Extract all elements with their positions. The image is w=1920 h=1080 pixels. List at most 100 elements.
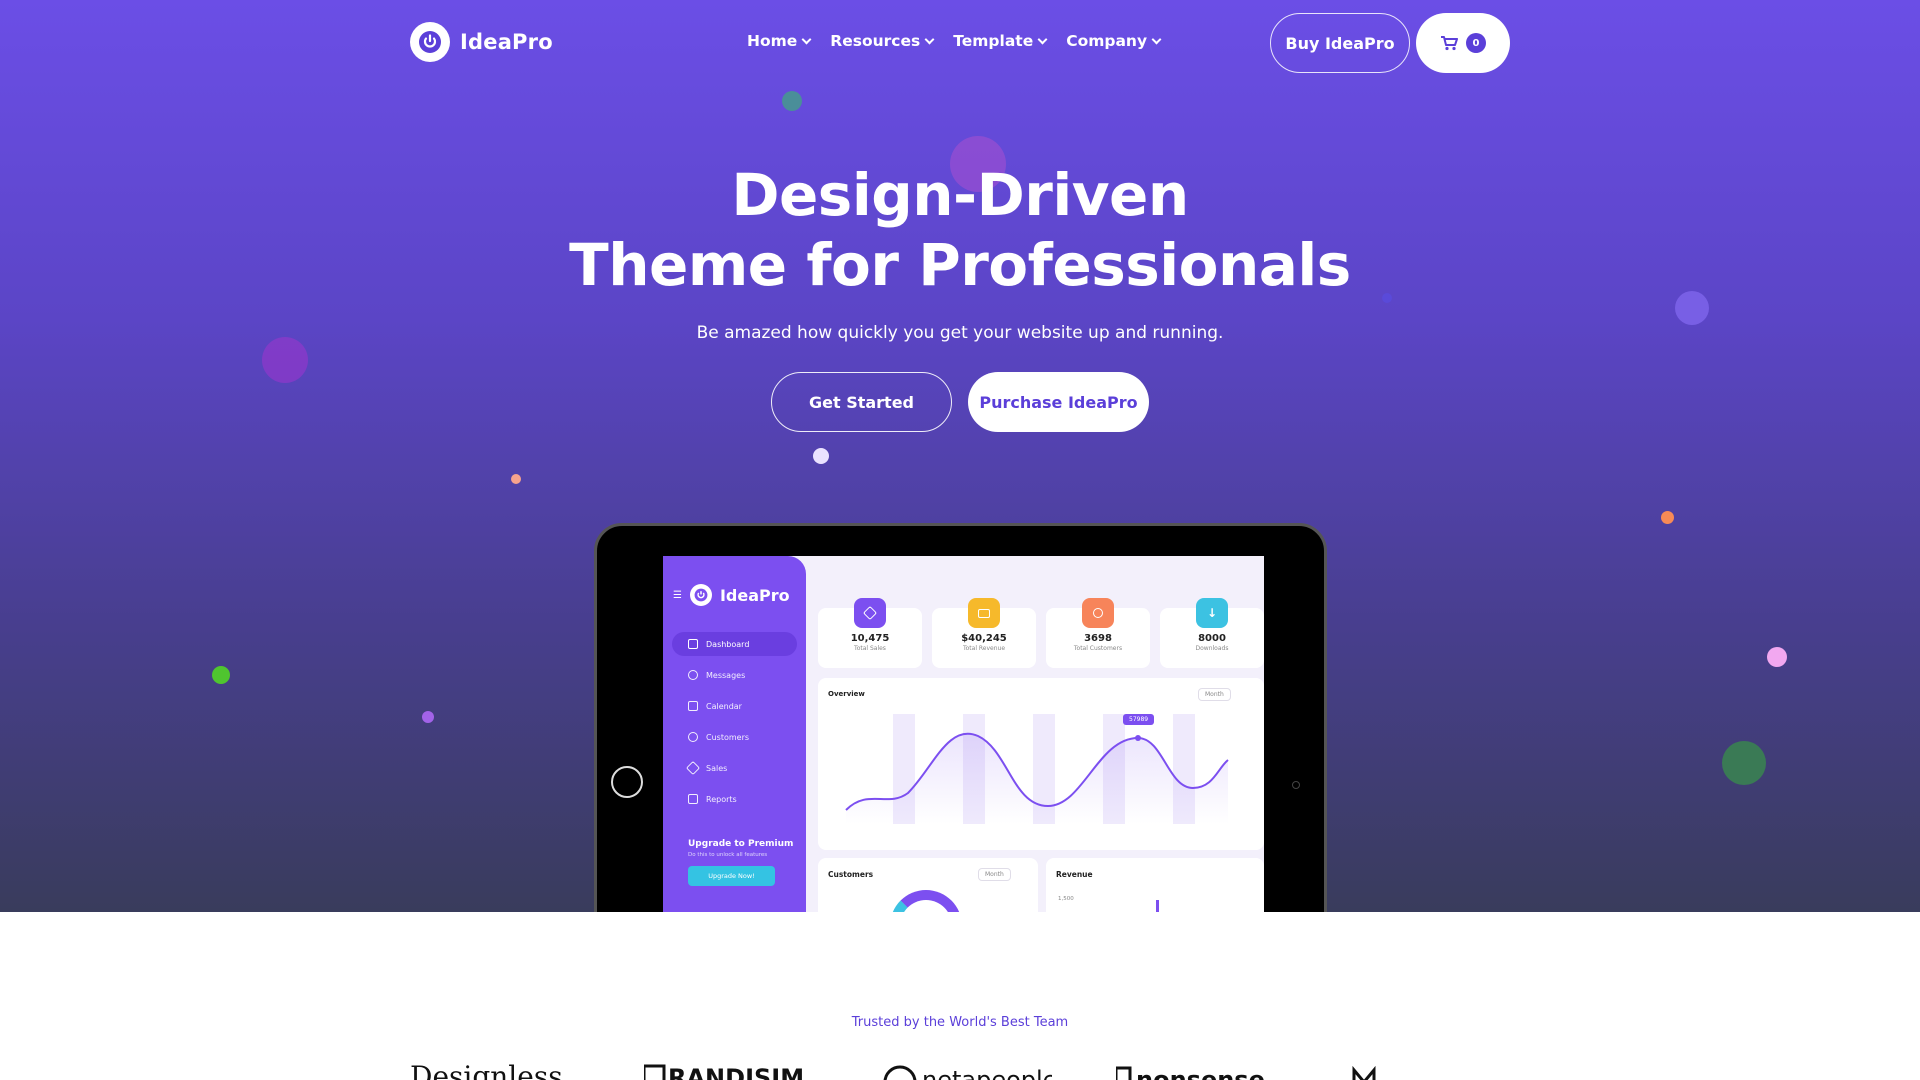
decor-dot — [1767, 647, 1787, 667]
hero-section: IdeaPro Home Resources Template Company … — [0, 0, 1920, 912]
purchase-button[interactable]: Purchase IdeaPro — [968, 372, 1149, 432]
dashboard-sidebar: ☰ IdeaPro Dashboard Messages Calendar Cu… — [663, 556, 806, 912]
revenue-tick: 1,500 — [1058, 896, 1074, 902]
decor-dot — [813, 448, 829, 464]
brand-logo-m — [1350, 1060, 1390, 1080]
sidebar-label: Customers — [706, 732, 750, 742]
sidebar-label: Dashboard — [706, 639, 750, 649]
main-nav: Home Resources Template Company — [747, 32, 1162, 50]
sidebar-item-dashboard: Dashboard — [672, 632, 797, 656]
revenue-panel: Revenue 1,500 — [1046, 858, 1264, 912]
cart-button[interactable]: 0 — [1416, 13, 1510, 73]
sidebar-label: Sales — [706, 763, 728, 773]
brand-logo-netapeople: netapeople — [882, 1060, 1057, 1080]
bar-chart-icon — [688, 794, 698, 804]
customers-range-select: Month — [978, 868, 1011, 881]
hero-headline: Design-Driven Theme for Professionals — [0, 160, 1920, 300]
overview-tooltip: 57989 — [1123, 714, 1155, 725]
hero-subline: Be amazed how quickly you get your websi… — [696, 323, 1224, 343]
svg-text:netapeople: netapeople — [922, 1066, 1052, 1080]
dashboard-menu: Dashboard Messages Calendar Customers Sa… — [672, 632, 797, 818]
logo-power-icon — [410, 22, 450, 62]
decor-dot — [262, 337, 308, 383]
revenue-bar — [1156, 900, 1159, 912]
decor-dot — [422, 711, 434, 723]
grid-icon — [688, 639, 698, 649]
calendar-icon — [688, 701, 698, 711]
sidebar-item-customers: Customers — [672, 725, 797, 749]
chevron-down-icon — [1037, 34, 1048, 44]
stat-value: 3698 — [1084, 633, 1112, 644]
stat-label: Total Revenue — [962, 645, 1006, 652]
customers-donut-chart — [890, 890, 962, 912]
dashboard-screenshot: ☰ IdeaPro Dashboard Messages Calendar Cu… — [663, 556, 1264, 912]
overview-line-chart — [845, 714, 1229, 824]
stat-label: Total Customers — [1073, 645, 1123, 652]
message-icon — [688, 670, 698, 680]
brand-logo-designless: Designless — [410, 1060, 570, 1080]
tablet-camera — [1292, 781, 1300, 789]
cart-icon — [1441, 36, 1458, 51]
upgrade-card: Upgrade to Premium Do this to unlock all… — [688, 839, 793, 886]
stat-card-sales: 10,475 Total Sales — [818, 598, 922, 668]
nav-item-template[interactable]: Template — [953, 32, 1048, 50]
decor-dot — [212, 666, 230, 684]
nav-item-resources[interactable]: Resources — [830, 32, 935, 50]
nav-item-home[interactable]: Home — [747, 32, 812, 50]
headline-line-1: Design-Driven — [731, 161, 1189, 229]
customers-title: Customers — [828, 870, 874, 879]
upgrade-title: Upgrade to Premium — [688, 839, 794, 849]
nav-label: Template — [953, 32, 1034, 50]
nav-label: Company — [1066, 32, 1148, 50]
dashboard-logo-text: IdeaPro — [719, 585, 790, 605]
nav-item-company[interactable]: Company — [1066, 32, 1162, 50]
upgrade-subtitle: Do this to unlock all features — [688, 852, 768, 858]
chevron-down-icon — [924, 34, 935, 44]
revenue-title: Revenue — [1056, 870, 1093, 879]
decor-dot — [1722, 741, 1766, 785]
sidebar-label: Messages — [706, 670, 746, 680]
upgrade-button: Upgrade Now! — [688, 866, 775, 886]
download-icon: ↓ — [1196, 598, 1228, 628]
decor-dot — [782, 91, 802, 111]
cart-count-badge: 0 — [1466, 33, 1486, 53]
nav-label: Resources — [830, 32, 921, 50]
overview-panel: Overview Month 57989 — [818, 678, 1264, 850]
stat-card-revenue: $40,245 Total Revenue — [932, 598, 1036, 668]
tag-icon — [685, 760, 701, 776]
wallet-icon — [968, 598, 1000, 628]
tablet-home-button — [611, 766, 643, 798]
nav-label: Home — [747, 32, 798, 50]
sidebar-label: Calendar — [706, 701, 742, 711]
users-icon — [1082, 598, 1114, 628]
buy-button[interactable]: Buy IdeaPro — [1270, 13, 1410, 73]
stat-value: 10,475 — [850, 633, 890, 644]
brand-logos-row: Designless RANDISIMA netapeople nonsense — [410, 1060, 1510, 1080]
hamburger-icon: ☰ — [673, 589, 682, 601]
stat-card-customers: 3698 Total Customers — [1046, 598, 1150, 668]
trusted-label: Trusted by the World's Best Team — [851, 1015, 1069, 1030]
sidebar-label: Reports — [706, 794, 737, 804]
decor-dot — [1661, 511, 1674, 524]
users-icon — [688, 732, 698, 742]
chevron-down-icon — [801, 34, 812, 44]
logo-power-icon — [689, 584, 712, 606]
get-started-button[interactable]: Get Started — [771, 372, 952, 432]
decor-dot — [511, 474, 521, 484]
stat-value: $40,245 — [961, 633, 1007, 644]
svg-text:RANDISIMA: RANDISIMA — [668, 1064, 804, 1080]
stat-label: Total Sales — [854, 645, 886, 652]
tablet-mockup: ☰ IdeaPro Dashboard Messages Calendar Cu… — [594, 523, 1327, 912]
sidebar-item-calendar: Calendar — [672, 694, 797, 718]
stat-label: Downloads — [1195, 645, 1229, 652]
sidebar-item-messages: Messages — [672, 663, 797, 687]
stat-value: 8000 — [1198, 633, 1226, 644]
headline-line-2: Theme for Professionals — [569, 231, 1351, 299]
sidebar-item-sales: Sales — [672, 756, 797, 780]
brand-logo-nonsense: nonsense — [1114, 1060, 1286, 1080]
customers-panel: Customers Month — [818, 858, 1038, 912]
brand-logo-brandisima: RANDISIMA — [642, 1060, 823, 1080]
brand-logo[interactable]: IdeaPro — [410, 22, 553, 62]
chevron-down-icon — [1151, 34, 1162, 44]
tag-icon — [854, 598, 886, 628]
